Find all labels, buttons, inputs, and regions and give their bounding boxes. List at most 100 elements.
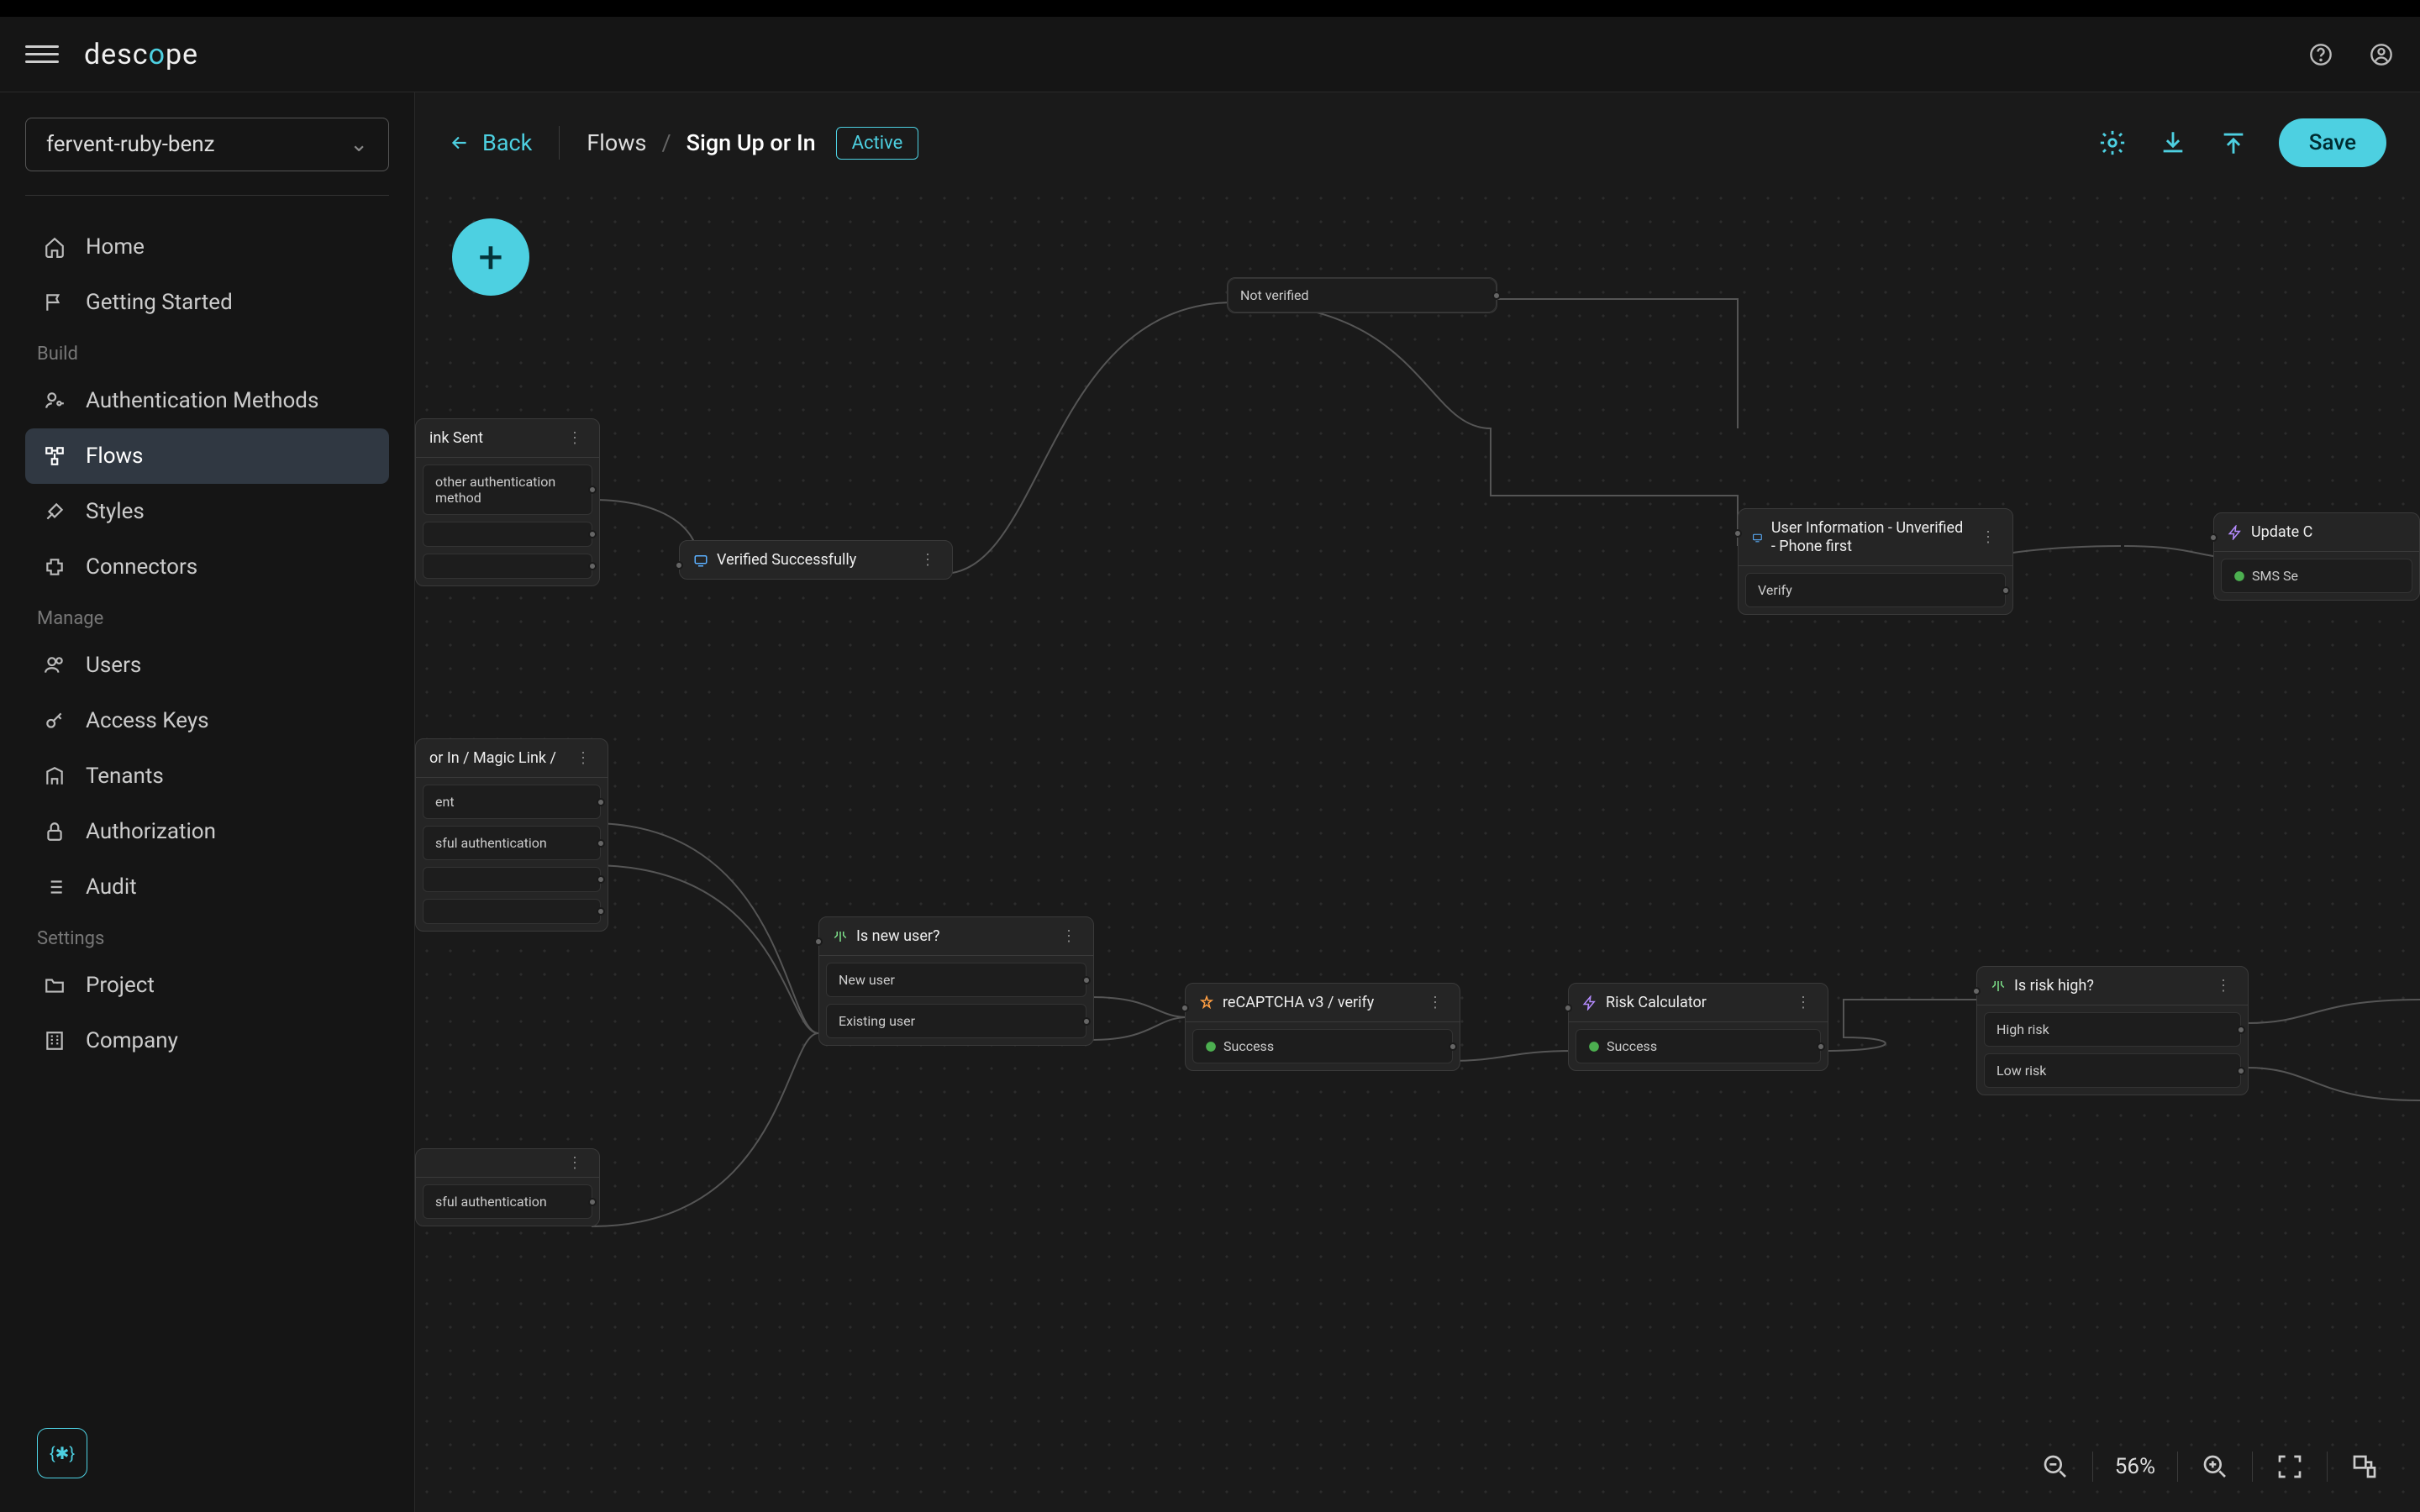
home-icon (42, 234, 67, 260)
breadcrumb-current: Sign Up or In (687, 129, 816, 156)
node-title: Risk Calculator (1606, 994, 1707, 1011)
sidebar-item-audit[interactable]: Audit (25, 859, 389, 915)
app-header: descope (0, 17, 2420, 92)
flow-node-is-new-user[interactable]: Is new user? ⋮ New user Existing user (818, 916, 1094, 1046)
node-output-label: sful authentication (435, 1194, 547, 1210)
sidebar-item-label: Authorization (86, 819, 216, 844)
sidebar-item-project[interactable]: Project (25, 958, 389, 1013)
download-icon[interactable] (2158, 128, 2188, 158)
flow-node-risk-calculator[interactable]: Risk Calculator ⋮ Success (1568, 983, 1828, 1071)
more-icon[interactable]: ⋮ (1058, 927, 1080, 945)
flag-icon (42, 290, 67, 315)
node-title: Is risk high? (2014, 977, 2094, 995)
sidebar-item-label: Users (86, 653, 141, 678)
folder-icon (42, 973, 67, 998)
back-button[interactable]: Back (449, 129, 532, 156)
chat-icon[interactable]: {✱} (37, 1428, 87, 1478)
flow-node-recaptcha[interactable]: reCAPTCHA v3 / verify ⋮ Success (1185, 983, 1460, 1071)
flow-node-user-info[interactable]: User Information - Unverified - Phone fi… (1738, 508, 2013, 615)
user-key-icon (42, 388, 67, 413)
more-icon[interactable]: ⋮ (564, 429, 586, 447)
node-title: reCAPTCHA v3 / verify (1223, 994, 1374, 1011)
more-icon[interactable]: ⋮ (1424, 994, 1446, 1011)
zoom-out-icon[interactable] (2033, 1445, 2077, 1488)
zoom-level: 56% (2108, 1454, 2162, 1479)
node-output-label: New user (839, 972, 895, 988)
node-output-label: Success (1223, 1038, 1274, 1054)
flow-node-link-sent[interactable]: ink Sent ⋮ other authentication method (415, 418, 600, 586)
node-output-label: Success (1607, 1038, 1657, 1054)
add-node-button[interactable]: + (452, 218, 529, 296)
brush-icon (42, 499, 67, 524)
save-button[interactable]: Save (2279, 118, 2386, 167)
fit-view-icon[interactable] (2268, 1445, 2312, 1488)
sidebar-item-label: Authentication Methods (86, 388, 318, 413)
sidebar-item-connectors[interactable]: Connectors (25, 539, 389, 595)
node-title: Verified Successfully (717, 551, 856, 569)
settings-icon[interactable] (2097, 128, 2128, 158)
more-icon[interactable]: ⋮ (572, 749, 594, 767)
flow-node-magic-link[interactable]: or In / Magic Link / ⋮ ent sful authenti… (415, 738, 608, 932)
node-output-label: SMS Se (2252, 568, 2298, 584)
node-title: or In / Magic Link / (429, 749, 556, 767)
node-output-label: Low risk (1996, 1063, 2046, 1079)
flows-icon (42, 444, 67, 469)
sidebar-item-label: Connectors (86, 554, 197, 580)
project-selector[interactable]: fervent-ruby-benz ⌄ (25, 118, 389, 171)
sidebar-item-label: Styles (86, 499, 145, 524)
zoom-in-icon[interactable] (2193, 1445, 2237, 1488)
node-output-label: Not verified (1240, 287, 1309, 303)
sidebar-section-build: Build (25, 330, 389, 373)
sidebar-item-company[interactable]: Company (25, 1013, 389, 1068)
flow-node-is-risk-high[interactable]: Is risk high? ⋮ High risk Low risk (1976, 966, 2249, 1095)
sidebar: fervent-ruby-benz ⌄ Home Getting Started… (0, 92, 415, 1512)
node-output-label: Verify (1758, 582, 1792, 598)
node-output-label: High risk (1996, 1021, 2049, 1037)
sidebar-item-access-keys[interactable]: Access Keys (25, 693, 389, 748)
sidebar-item-styles[interactable]: Styles (25, 484, 389, 539)
flow-node-update[interactable]: Update C SMS Se (2213, 512, 2420, 601)
sidebar-item-users[interactable]: Users (25, 638, 389, 693)
more-icon[interactable]: ⋮ (1977, 528, 1999, 546)
node-title: User Information - Unverified - Phone fi… (1771, 519, 1969, 555)
list-icon (42, 874, 67, 900)
flow-node-not-verified[interactable]: Not verified (1227, 277, 1497, 313)
help-icon[interactable] (2307, 41, 2334, 68)
more-icon[interactable]: ⋮ (2212, 977, 2234, 995)
sidebar-section-manage: Manage (25, 595, 389, 638)
sidebar-item-label: Tenants (86, 764, 164, 789)
sidebar-item-label: Flows (86, 444, 143, 469)
minimap-icon[interactable] (2343, 1445, 2386, 1488)
sidebar-item-auth-methods[interactable]: Authentication Methods (25, 373, 389, 428)
sidebar-item-getting-started[interactable]: Getting Started (25, 275, 389, 330)
sidebar-item-label: Access Keys (86, 708, 209, 733)
upload-icon[interactable] (2218, 128, 2249, 158)
node-output-label: Existing user (839, 1013, 915, 1029)
node-title: ink Sent (429, 429, 483, 447)
sidebar-item-flows[interactable]: Flows (25, 428, 389, 484)
puzzle-icon (42, 554, 67, 580)
project-name: fervent-ruby-benz (46, 132, 215, 157)
breadcrumb-flows[interactable]: Flows (587, 129, 646, 156)
sidebar-item-tenants[interactable]: Tenants (25, 748, 389, 804)
more-icon[interactable]: ⋮ (1792, 994, 1814, 1011)
more-icon[interactable]: ⋮ (564, 1154, 586, 1172)
status-badge: Active (836, 127, 919, 160)
flow-canvas[interactable]: Back Flows / Sign Up or In Active Save + (415, 92, 2420, 1512)
zoom-controls: 56% (2033, 1445, 2386, 1488)
sidebar-item-label: Audit (86, 874, 137, 900)
lock-icon (42, 819, 67, 844)
sidebar-item-label: Company (86, 1028, 178, 1053)
menu-icon[interactable] (25, 38, 59, 71)
flow-node-verified[interactable]: Verified Successfully ⋮ (679, 540, 953, 580)
sidebar-item-label: Getting Started (86, 290, 233, 315)
flow-node-auth-lower[interactable]: ⋮ sful authentication (415, 1148, 600, 1226)
sidebar-item-label: Project (86, 973, 155, 998)
sidebar-item-home[interactable]: Home (25, 219, 389, 275)
account-icon[interactable] (2368, 41, 2395, 68)
sidebar-item-authorization[interactable]: Authorization (25, 804, 389, 859)
canvas-toolbar: Back Flows / Sign Up or In Active Save (415, 92, 2420, 193)
node-output-label: ent (435, 794, 455, 810)
more-icon[interactable]: ⋮ (917, 551, 939, 569)
node-output-label: other authentication method (435, 474, 580, 506)
